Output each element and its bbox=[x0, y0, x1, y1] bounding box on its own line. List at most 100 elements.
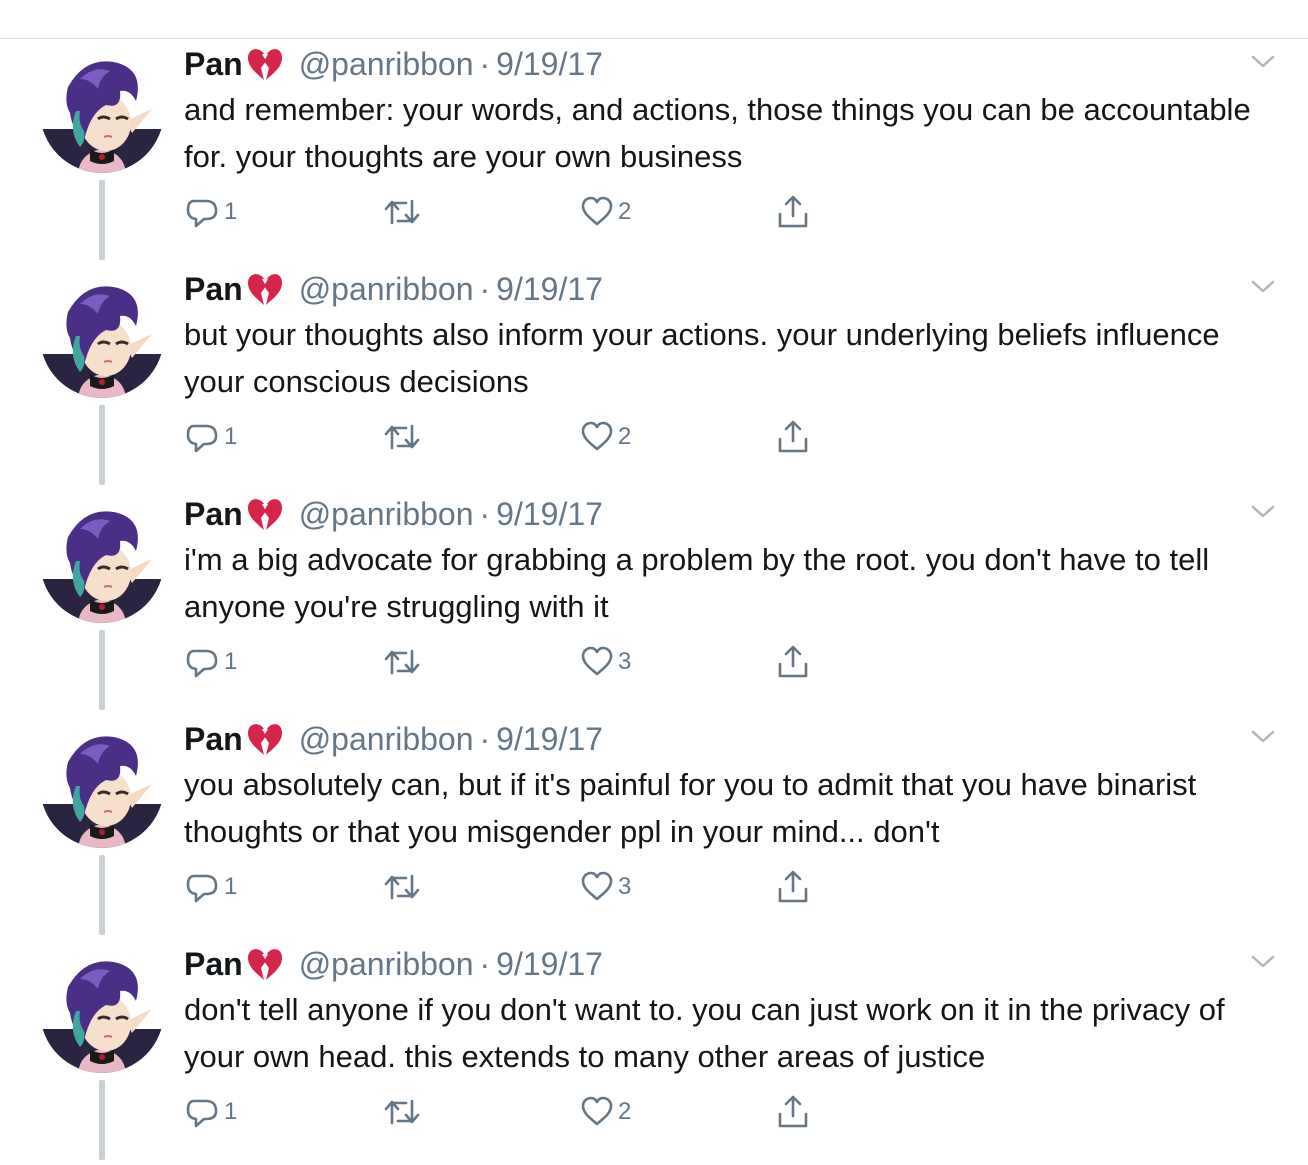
like-button[interactable]: 2 bbox=[580, 192, 631, 232]
chevron-down-icon[interactable] bbox=[1250, 729, 1276, 745]
retweet-button[interactable] bbox=[384, 867, 420, 907]
share-button[interactable] bbox=[776, 642, 810, 682]
retweet-button[interactable] bbox=[384, 642, 420, 682]
thread-connector bbox=[99, 180, 105, 260]
tweet-actions: 1 2 bbox=[184, 1092, 824, 1132]
reply-button[interactable]: 1 bbox=[184, 192, 237, 232]
tweet-5[interactable]: Pan @panribbon · 9/19/17 don't tell anyo… bbox=[0, 940, 1308, 1165]
avatar[interactable] bbox=[40, 949, 164, 1073]
reply-icon bbox=[184, 1095, 220, 1129]
broken-heart-icon bbox=[245, 46, 285, 82]
display-name[interactable]: Pan bbox=[184, 721, 243, 758]
tweet-text: i'm a big advocate for grabbing a proble… bbox=[184, 542, 1210, 624]
retweet-button[interactable] bbox=[384, 192, 420, 232]
reply-button[interactable]: 1 bbox=[184, 867, 237, 907]
tweet-3[interactable]: Pan @panribbon · 9/19/17 i'm a big advoc… bbox=[0, 490, 1308, 715]
share-button[interactable] bbox=[776, 1092, 810, 1132]
tweet-date[interactable]: 9/19/17 bbox=[496, 721, 603, 758]
header-separator: · bbox=[479, 495, 491, 532]
retweet-icon bbox=[384, 197, 420, 227]
display-name[interactable]: Pan bbox=[184, 946, 243, 983]
tweet-header: Pan @panribbon · 9/19/17 bbox=[184, 43, 603, 85]
tweet-date[interactable]: 9/19/17 bbox=[496, 271, 603, 308]
share-button[interactable] bbox=[776, 867, 810, 907]
user-handle[interactable]: @panribbon bbox=[299, 946, 474, 983]
heart-icon bbox=[580, 646, 614, 678]
share-button[interactable] bbox=[776, 192, 810, 232]
reply-icon bbox=[184, 870, 220, 904]
user-handle[interactable]: @panribbon bbox=[299, 271, 474, 308]
avatar[interactable] bbox=[40, 274, 164, 398]
share-icon bbox=[776, 1094, 810, 1130]
reply-count: 1 bbox=[224, 198, 238, 225]
chevron-down-icon[interactable] bbox=[1250, 279, 1276, 295]
avatar[interactable] bbox=[40, 499, 164, 623]
tweet-header: Pan @panribbon · 9/19/17 bbox=[184, 943, 603, 985]
tweet-2[interactable]: Pan @panribbon · 9/19/17 but your though… bbox=[0, 265, 1308, 490]
display-name[interactable]: Pan bbox=[184, 46, 243, 83]
heart-icon bbox=[580, 196, 614, 228]
header-separator: · bbox=[479, 945, 491, 982]
reply-icon bbox=[184, 645, 220, 679]
retweet-button[interactable] bbox=[384, 417, 420, 457]
avatar[interactable] bbox=[40, 724, 164, 848]
tweet-text: but your thoughts also inform your actio… bbox=[184, 317, 1220, 399]
share-button[interactable] bbox=[776, 417, 810, 457]
user-handle[interactable]: @panribbon bbox=[299, 46, 474, 83]
like-button[interactable]: 3 bbox=[580, 642, 631, 682]
tweet-header: Pan @panribbon · 9/19/17 bbox=[184, 268, 603, 310]
reply-button[interactable]: 1 bbox=[184, 417, 237, 457]
retweet-icon bbox=[384, 872, 420, 902]
chevron-down-icon[interactable] bbox=[1250, 954, 1276, 970]
header-separator: · bbox=[479, 270, 491, 307]
avatar[interactable] bbox=[40, 49, 164, 173]
thread-connector bbox=[99, 630, 105, 710]
retweet-icon bbox=[384, 422, 420, 452]
display-name[interactable]: Pan bbox=[184, 496, 243, 533]
tweet-4[interactable]: Pan @panribbon · 9/19/17 you absolutely … bbox=[0, 715, 1308, 940]
like-button[interactable]: 2 bbox=[580, 1092, 631, 1132]
user-handle[interactable]: @panribbon bbox=[299, 721, 474, 758]
reply-button[interactable]: 1 bbox=[184, 642, 237, 682]
chevron-down-icon[interactable] bbox=[1250, 54, 1276, 70]
tweet-actions: 1 3 bbox=[184, 642, 824, 682]
share-icon bbox=[776, 644, 810, 680]
tweet-date[interactable]: 9/19/17 bbox=[496, 46, 603, 83]
header-separator: · bbox=[479, 720, 491, 757]
retweet-icon bbox=[384, 647, 420, 677]
display-name[interactable]: Pan bbox=[184, 271, 243, 308]
reply-button[interactable]: 1 bbox=[184, 1092, 237, 1132]
like-button[interactable]: 3 bbox=[580, 867, 631, 907]
reply-count: 1 bbox=[224, 423, 238, 450]
chevron-down-icon[interactable] bbox=[1250, 504, 1276, 520]
retweet-icon bbox=[384, 1097, 420, 1127]
top-divider bbox=[0, 38, 1308, 39]
broken-heart-icon bbox=[245, 496, 285, 532]
like-count: 2 bbox=[618, 198, 632, 225]
tweet-actions: 1 2 bbox=[184, 417, 824, 457]
reply-icon bbox=[184, 195, 220, 229]
broken-heart-icon bbox=[245, 271, 285, 307]
thread-connector bbox=[99, 405, 105, 485]
thread-connector bbox=[99, 1080, 105, 1160]
like-button[interactable]: 2 bbox=[580, 417, 631, 457]
tweet-date[interactable]: 9/19/17 bbox=[496, 496, 603, 533]
like-count: 2 bbox=[618, 1098, 632, 1125]
broken-heart-icon bbox=[245, 721, 285, 757]
tweet-date[interactable]: 9/19/17 bbox=[496, 946, 603, 983]
tweet-actions: 1 3 bbox=[184, 867, 824, 907]
reply-icon bbox=[184, 420, 220, 454]
retweet-button[interactable] bbox=[384, 1092, 420, 1132]
tweet-text: you absolutely can, but if it's painful … bbox=[184, 767, 1197, 849]
share-icon bbox=[776, 419, 810, 455]
reply-count: 1 bbox=[224, 873, 238, 900]
tweet-header: Pan @panribbon · 9/19/17 bbox=[184, 493, 603, 535]
reply-count: 1 bbox=[224, 1098, 238, 1125]
share-icon bbox=[776, 869, 810, 905]
tweet-1[interactable]: Pan @panribbon · 9/19/17 and remember: y… bbox=[0, 40, 1308, 265]
share-icon bbox=[776, 194, 810, 230]
broken-heart-icon bbox=[245, 946, 285, 982]
tweet-header: Pan @panribbon · 9/19/17 bbox=[184, 718, 603, 760]
user-handle[interactable]: @panribbon bbox=[299, 496, 474, 533]
tweet-text: and remember: your words, and actions, t… bbox=[184, 92, 1251, 174]
